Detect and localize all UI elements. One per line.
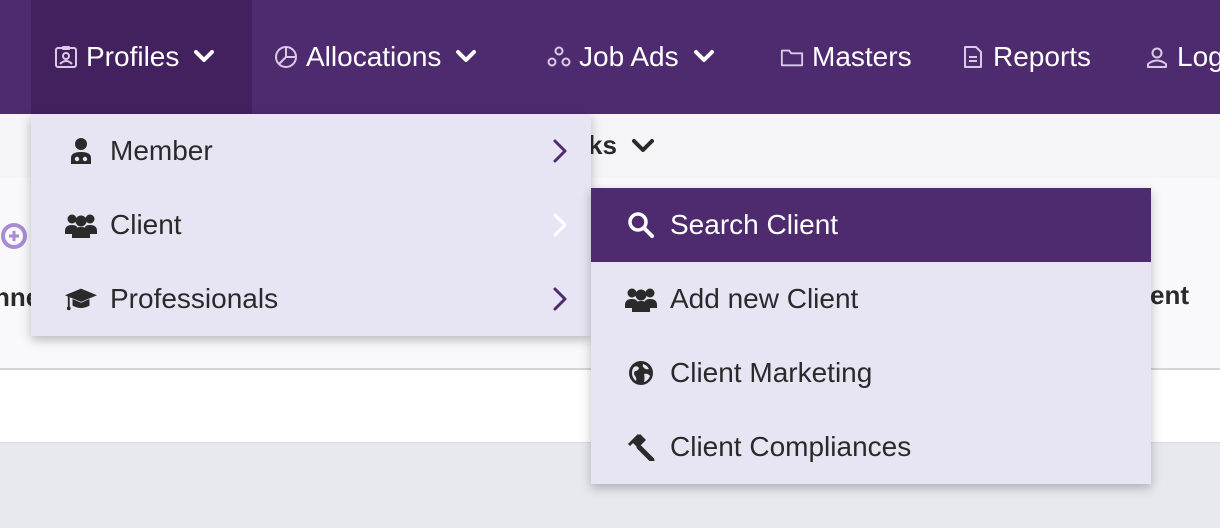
submenu-item-client-marketing[interactable]: Client Marketing <box>591 336 1151 410</box>
nav-masters-label: Masters <box>812 41 912 72</box>
menu-item-member[interactable]: Member <box>31 114 591 188</box>
chevron-down-icon <box>693 46 715 68</box>
submenu-item-client-compliances-label: Client Compliances <box>670 431 912 462</box>
chevron-right-icon <box>553 137 573 165</box>
zoom-in-icon[interactable] <box>0 218 32 258</box>
submenu-item-client-compliances[interactable]: Client Compliances <box>591 410 1151 484</box>
chevron-down-icon <box>193 46 215 68</box>
chevron-down-icon <box>631 130 655 161</box>
menu-item-client[interactable]: Client <box>31 188 591 262</box>
graduation-cap-icon <box>65 283 97 315</box>
tasks-dropdown[interactable]: ks <box>588 130 655 161</box>
pie-chart-icon <box>274 45 298 69</box>
profiles-dropdown-menu: Member Client Professionals <box>31 114 591 336</box>
submenu-item-client-marketing-label: Client Marketing <box>670 357 873 388</box>
nav-prev-chevron[interactable] <box>0 0 10 114</box>
folder-icon <box>780 45 804 69</box>
doctor-icon <box>65 135 97 167</box>
client-submenu: Search Client Add new Client Client Mark… <box>591 188 1151 484</box>
submenu-item-add-new-client[interactable]: Add new Client <box>591 262 1151 336</box>
profile-badge-icon <box>54 45 78 69</box>
submenu-item-search-client-label: Search Client <box>670 209 839 240</box>
globe-icon <box>625 357 657 389</box>
card-title-right: ent <box>1150 280 1189 310</box>
users-icon <box>625 283 657 315</box>
menu-item-professionals[interactable]: Professionals <box>31 262 591 336</box>
submenu-item-add-new-client-label: Add new Client <box>670 283 859 314</box>
nav-allocations-label: Allocations <box>306 41 442 72</box>
top-navigation-bar: Profiles Allocations Job Ads Masters Rep… <box>0 0 1220 114</box>
tasks-label: ks <box>588 130 617 160</box>
gavel-icon <box>625 431 657 463</box>
nodes-icon <box>547 45 571 69</box>
chevron-right-icon <box>553 211 573 239</box>
nav-job-ads[interactable]: Job Ads <box>547 0 715 114</box>
nav-profiles-label: Profiles <box>86 41 180 72</box>
nav-logout[interactable]: Log <box>1145 0 1220 114</box>
submenu-item-search-client[interactable]: Search Client <box>591 188 1151 262</box>
nav-profiles[interactable]: Profiles <box>31 0 252 114</box>
menu-item-member-label: Member <box>110 135 213 166</box>
nav-reports-label: Reports <box>993 41 1092 72</box>
document-icon <box>961 45 985 69</box>
users-icon <box>65 209 97 241</box>
nav-allocations[interactable]: Allocations <box>274 0 477 114</box>
user-icon <box>1145 45 1169 69</box>
chevron-right-icon <box>553 285 573 313</box>
nav-reports[interactable]: Reports <box>961 0 1091 114</box>
menu-item-client-label: Client <box>110 209 182 240</box>
chevron-down-icon <box>455 46 477 68</box>
nav-job-ads-label: Job Ads <box>579 41 679 72</box>
nav-logout-label: Log <box>1177 41 1220 72</box>
menu-item-professionals-label: Professionals <box>110 283 279 314</box>
nav-masters[interactable]: Masters <box>780 0 912 114</box>
search-icon <box>625 209 657 241</box>
